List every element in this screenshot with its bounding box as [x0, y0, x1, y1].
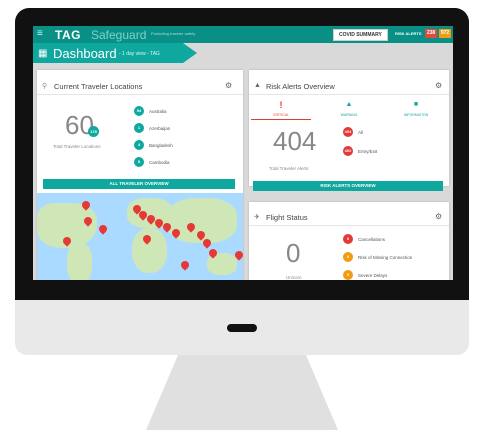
gear-icon[interactable]: ⚙	[225, 81, 232, 90]
country-label: Bangladesh	[149, 143, 173, 148]
top-navbar: ≡ TAG Safeguard Protecting traveler safe…	[33, 26, 453, 43]
count-badge: 0	[343, 270, 353, 280]
warning-badge[interactable]: 972	[439, 29, 451, 38]
covid-summary-button[interactable]: COVID SUMMARY	[333, 29, 388, 41]
tab-warning[interactable]: ▲ WARNING	[319, 98, 379, 120]
plane-icon: ✈	[254, 214, 260, 221]
flight-total-label: Unicorn	[286, 275, 302, 280]
count-badge: 0	[343, 234, 353, 244]
country-label: Cambodia	[149, 160, 170, 165]
locations-total: 60	[65, 110, 94, 140]
all-traveler-overview-button[interactable]: ALL TRAVELER OVERVIEW	[43, 179, 235, 189]
list-item[interactable]: 1 Azerbaijan	[134, 123, 234, 134]
gear-icon[interactable]: ⚙	[435, 212, 442, 221]
risk-title: Risk Alerts Overview	[266, 82, 335, 91]
warning-icon: ▲	[254, 82, 261, 89]
gear-icon[interactable]: ⚙	[435, 81, 442, 90]
list-item[interactable]: 5 Cambodia	[134, 157, 234, 168]
country-label: Azerbaijan	[149, 126, 171, 131]
count-badge: 402	[343, 146, 353, 156]
logo-safeguard: Safeguard	[91, 28, 147, 42]
divider	[249, 225, 449, 226]
page-title: Dashboard	[53, 46, 117, 61]
divider	[249, 94, 449, 95]
count-badge: 404	[343, 127, 353, 137]
locations-total-badge: 178	[88, 126, 99, 137]
list-item[interactable]: 402 Entry/Exit	[343, 146, 443, 157]
map-pin-icon[interactable]	[179, 259, 191, 271]
list-item[interactable]: 0 Cancellations	[343, 234, 443, 245]
risk-alerts-label[interactable]: RISK ALERTS	[395, 31, 422, 36]
list-item[interactable]: 404 All	[343, 127, 443, 138]
tagline: Protecting traveler safety	[151, 31, 196, 36]
risk-total-label: Total Traveler Alerts	[269, 166, 309, 171]
tab-critical[interactable]: ! CRITICAL	[251, 98, 311, 120]
country-label: Australia	[149, 109, 167, 114]
tab-label: WARNING	[340, 113, 358, 117]
tab-information[interactable]: ■ INFORMATION	[385, 98, 447, 120]
risk-alerts-overview-button[interactable]: RISK ALERTS OVERVIEW	[253, 181, 443, 191]
dashboard-icon: ▦	[38, 48, 48, 59]
map-pin-icon[interactable]	[97, 223, 109, 235]
warning-tab-icon: ▲	[345, 101, 353, 108]
briefcase-icon: ■	[413, 101, 419, 108]
critical-badge[interactable]: 238	[425, 29, 437, 38]
count-badge: 1	[134, 123, 144, 133]
flight-label: Cancellations	[358, 237, 386, 242]
location-pin-icon: ⚲	[42, 83, 48, 90]
divider	[37, 94, 243, 95]
world-map[interactable]	[37, 193, 243, 280]
flight-label: Risk of Missing Connection	[358, 255, 413, 260]
logo-tag: TAG	[55, 28, 81, 42]
count-badge: 94	[134, 106, 144, 116]
locations-title: Current Traveler Locations	[54, 82, 143, 91]
alert-label: Entry/Exit	[358, 149, 378, 154]
page-subtitle: - 1 day view - TAG	[119, 51, 160, 57]
list-item[interactable]: 4 Bangladesh	[134, 140, 234, 151]
risk-total: 404	[273, 126, 317, 156]
critical-icon: !	[279, 100, 283, 110]
tab-label: INFORMATION	[403, 113, 429, 117]
alert-label: All	[358, 130, 364, 135]
flight-total: 0	[286, 238, 301, 268]
flight-title: Flight Status	[266, 213, 308, 222]
app-screen: ≡ TAG Safeguard Protecting traveler safe…	[33, 26, 453, 280]
flight-label: Severe Delays	[358, 273, 388, 278]
tab-label: CRITICAL	[273, 113, 289, 117]
list-item[interactable]: 94 Australia	[134, 106, 234, 117]
count-badge: 5	[134, 157, 144, 167]
list-item[interactable]: 0 Severe Delays	[343, 270, 443, 280]
hamburger-icon[interactable]: ≡	[37, 29, 43, 39]
list-item[interactable]: 0 Risk of Missing Connection	[343, 252, 443, 263]
dashboard-arrow	[183, 43, 197, 63]
count-badge: 4	[134, 140, 144, 150]
locations-total-label: Total Traveler Locations	[53, 144, 101, 149]
count-badge: 0	[343, 252, 353, 262]
